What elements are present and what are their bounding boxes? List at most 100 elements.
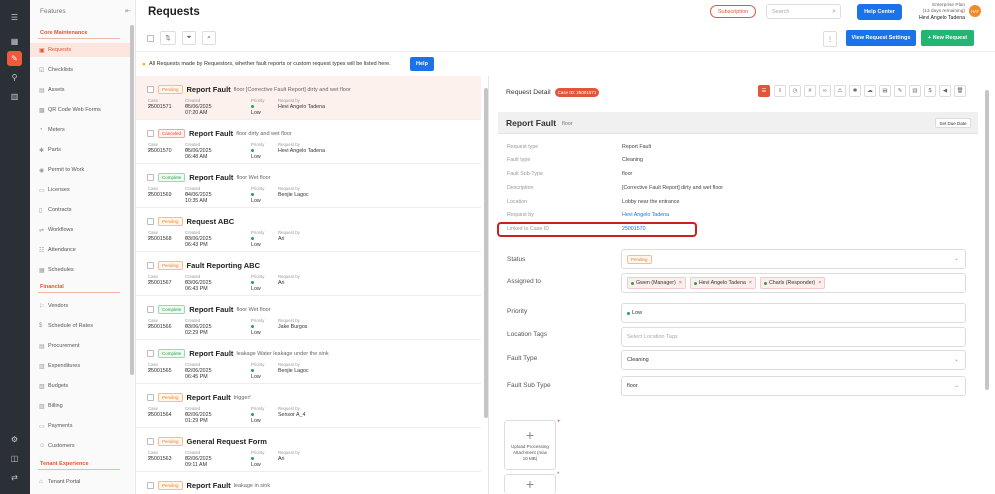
request-card[interactable]: Complete Report Fault leakage Water leakag…: [136, 340, 481, 384]
case-id: 25001563: [148, 456, 172, 462]
request-card[interactable]: Complete Report Fault floor Wet floor Case …: [136, 164, 481, 208]
search-icon[interactable]: ⌕: [202, 31, 216, 45]
fault-type-select[interactable]: Cleaning ⌄: [621, 350, 966, 370]
dollar-icon[interactable]: $: [924, 85, 936, 97]
upload-attachment-button-2[interactable]: +: [504, 474, 556, 494]
history-icon[interactable]: ◷: [789, 85, 801, 97]
menu-icon[interactable]: ☰: [8, 11, 21, 24]
link-icon[interactable]: ∞: [819, 85, 831, 97]
box-icon[interactable]: ◫: [8, 452, 21, 465]
sidebar-item-expenditures[interactable]: ▥ Expenditures: [30, 359, 130, 373]
parts-icon[interactable]: ✱: [849, 85, 861, 97]
sidebar-item-customers[interactable]: ☺ Customers: [30, 439, 130, 453]
view-request-settings-button[interactable]: View Request Settings: [846, 30, 916, 46]
created-at: 05/06/2025 07:20 AM: [185, 104, 212, 116]
sidebar-item-budgets[interactable]: ▧ Budgets: [30, 379, 130, 393]
upload-attachment-button[interactable]: + Upload Processing Attachment (max 10 M…: [504, 420, 556, 470]
add-icon[interactable]: +: [557, 419, 561, 425]
row-checkbox[interactable]: [147, 130, 154, 137]
sidebar-item-tenant-portal[interactable]: ⌂ Tenant Portal: [30, 475, 130, 489]
sidebar-item-meters[interactable]: ◔ Meters: [30, 123, 130, 137]
row-checkbox[interactable]: [147, 86, 154, 93]
row-checkbox[interactable]: [147, 350, 154, 357]
scrollbar-thumb[interactable]: [130, 25, 134, 375]
edit-icon[interactable]: ✎: [894, 85, 906, 97]
row-checkbox[interactable]: [147, 438, 154, 445]
request-card[interactable]: Pending Report Fault floor [Corrective Fau…: [136, 76, 481, 120]
more-options-icon[interactable]: ⋮: [823, 31, 837, 47]
row-checkbox[interactable]: [147, 218, 154, 225]
sidebar-item-billing[interactable]: ▨ Billing: [30, 399, 130, 413]
filter-icon[interactable]: ⏷: [182, 31, 196, 45]
sidebar-item-workflows[interactable]: ⇌ Workflows: [30, 223, 130, 237]
remove-icon[interactable]: ×: [818, 280, 821, 286]
requester-link[interactable]: Hevi Angelo Tadena: [622, 212, 669, 218]
sidebar-item-contracts[interactable]: ▯ Contracts: [30, 203, 130, 217]
megaphone-icon[interactable]: ◀: [939, 85, 951, 97]
select-all-checkbox[interactable]: [147, 35, 154, 42]
request-card[interactable]: Pending Report Fault trigger! Case ID Create…: [136, 384, 481, 428]
maintenance-icon[interactable]: ✎: [7, 51, 22, 66]
delete-icon[interactable]: 🗑: [954, 85, 966, 97]
dashboard-icon[interactable]: ▦: [8, 35, 21, 48]
linked-case-highlight: [497, 222, 697, 237]
sidebar-item-attendance[interactable]: ☷ Attendance: [30, 243, 130, 257]
priority-label: Priority: [507, 308, 528, 315]
inventory-icon[interactable]: ▥: [909, 85, 921, 97]
sidebar-item-requests[interactable]: ▣ Requests: [30, 43, 130, 57]
row-checkbox[interactable]: [147, 394, 154, 401]
sidebar-item-schedule-of-rates[interactable]: $ Schedule of Rates: [30, 319, 130, 333]
sidebar-item-assets[interactable]: ▤ Assets: [30, 83, 130, 97]
warning-icon[interactable]: ⚠: [834, 85, 846, 97]
remove-icon[interactable]: ×: [679, 280, 682, 286]
sidebar-item-payments[interactable]: ▭ Payments: [30, 419, 130, 433]
sidebar-item-parts[interactable]: ✱ Parts: [30, 143, 130, 157]
document-icon[interactable]: ▤: [879, 85, 891, 97]
user-swap-icon[interactable]: ⇄: [8, 471, 21, 484]
request-title: Fault Reporting ABC: [186, 261, 260, 270]
subscription-button[interactable]: Subscription: [710, 5, 756, 18]
search-input[interactable]: Search ⌕: [766, 4, 841, 19]
list-scrollbar[interactable]: [484, 80, 488, 490]
request-card[interactable]: Pending Report Fault leakage in sink: [136, 472, 481, 494]
help-center-button[interactable]: Help Center: [857, 4, 902, 20]
sidebar-scrollbar[interactable]: [130, 5, 134, 489]
remove-icon[interactable]: ×: [749, 280, 752, 286]
request-card[interactable]: Pending General Request Form Case ID Create…: [136, 428, 481, 472]
row-checkbox[interactable]: [147, 482, 154, 489]
row-checkbox[interactable]: [147, 306, 154, 313]
status-select[interactable]: Pending ⌄: [621, 249, 966, 269]
request-card[interactable]: Complete Report Fault floor Wet floor Case …: [136, 296, 481, 340]
new-request-button[interactable]: + New Request: [921, 30, 974, 46]
priority-select[interactable]: Low: [621, 303, 966, 323]
assignees-select[interactable]: Gwen (Manager) × Hevi Angelo Tadena × Char…: [621, 273, 966, 293]
row-checkbox[interactable]: [147, 262, 154, 269]
location-tags-select[interactable]: Select Location Tags: [621, 327, 966, 347]
sidebar-item-licenses[interactable]: ▭ Licenses: [30, 183, 130, 197]
request-card[interactable]: Pending Fault Reporting ABC Case ID Created…: [136, 252, 481, 296]
sidebar-item-checklists[interactable]: ☑ Checklists: [30, 63, 130, 77]
chat-icon[interactable]: ☁: [864, 85, 876, 97]
sidebar-item-qr-forms[interactable]: ▩ QR Code Web Forms: [30, 103, 130, 117]
sidebar-item-procurement[interactable]: ▤ Procurement: [30, 339, 130, 353]
avatar[interactable]: HAT: [969, 5, 981, 17]
request-card[interactable]: Canceled Report Fault floor dirty and wet …: [136, 120, 481, 164]
org-icon[interactable]: ⚲: [8, 71, 21, 84]
sidebar-item-vendors[interactable]: ⚐ Vendors: [30, 299, 130, 313]
reports-icon[interactable]: ▥: [8, 90, 21, 103]
info-help-button[interactable]: Help: [410, 57, 434, 71]
row-checkbox[interactable]: [147, 174, 154, 181]
request-card[interactable]: Pending Request ABC Case ID Created at Prior…: [136, 208, 481, 252]
sidebar-item-permit-to-work[interactable]: ◉ Permit to Work: [30, 163, 130, 177]
set-due-date-button[interactable]: Set Due Date: [935, 118, 971, 128]
scrollbar-thumb[interactable]: [985, 90, 989, 390]
scrollbar-thumb[interactable]: [484, 88, 488, 418]
list-view-icon[interactable]: ☰: [758, 85, 770, 97]
sort-icon[interactable]: ⇅: [160, 31, 176, 45]
detail-scrollbar[interactable]: [985, 80, 989, 490]
sidebar-item-schedules[interactable]: ▦ Schedules: [30, 263, 130, 277]
fault-subtype-select[interactable]: floor ⌄: [621, 376, 966, 396]
download-icon[interactable]: ⇩: [774, 85, 786, 97]
hashtag-icon[interactable]: #: [804, 85, 816, 97]
settings-icon[interactable]: ⚙: [8, 433, 21, 446]
